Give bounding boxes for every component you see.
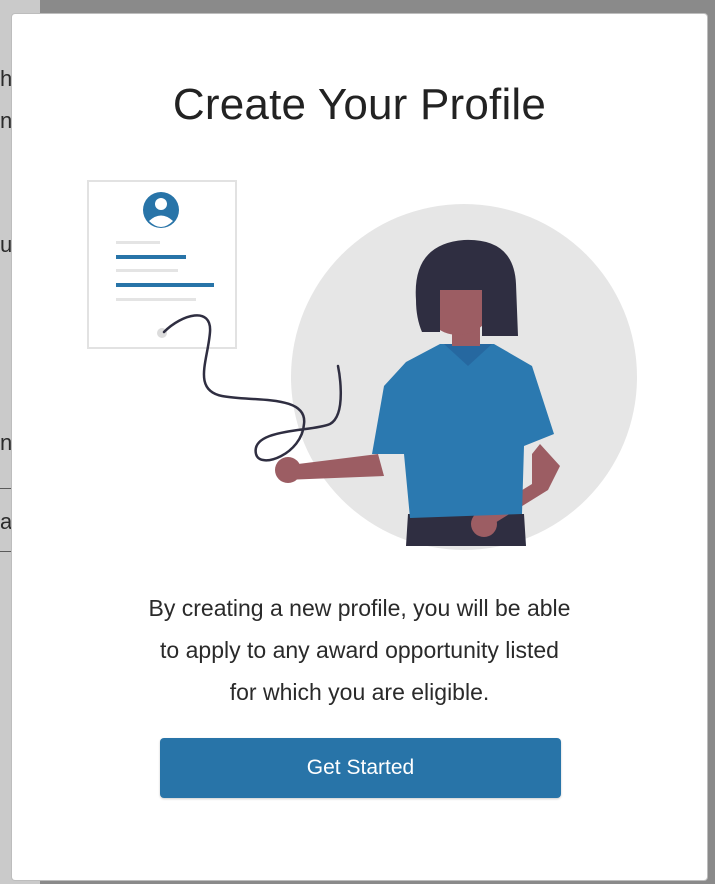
woman-figure [275, 239, 560, 546]
description-line: By creating a new profile, you will be a… [148, 595, 571, 621]
create-profile-modal: Create Your Profile By creating a new pr… [12, 14, 707, 880]
illustration-circle [291, 204, 637, 550]
modal-description: By creating a new profile, you will be a… [12, 587, 707, 713]
get-started-button[interactable]: Get Started [160, 738, 561, 798]
signature-line [162, 314, 342, 462]
modal-title: Create Your Profile [172, 80, 547, 129]
description-line: for which you are eligible. [229, 679, 490, 705]
user-avatar-icon [143, 192, 179, 228]
document-card [87, 180, 237, 349]
description-line: to apply to any award opportunity listed [160, 637, 559, 663]
